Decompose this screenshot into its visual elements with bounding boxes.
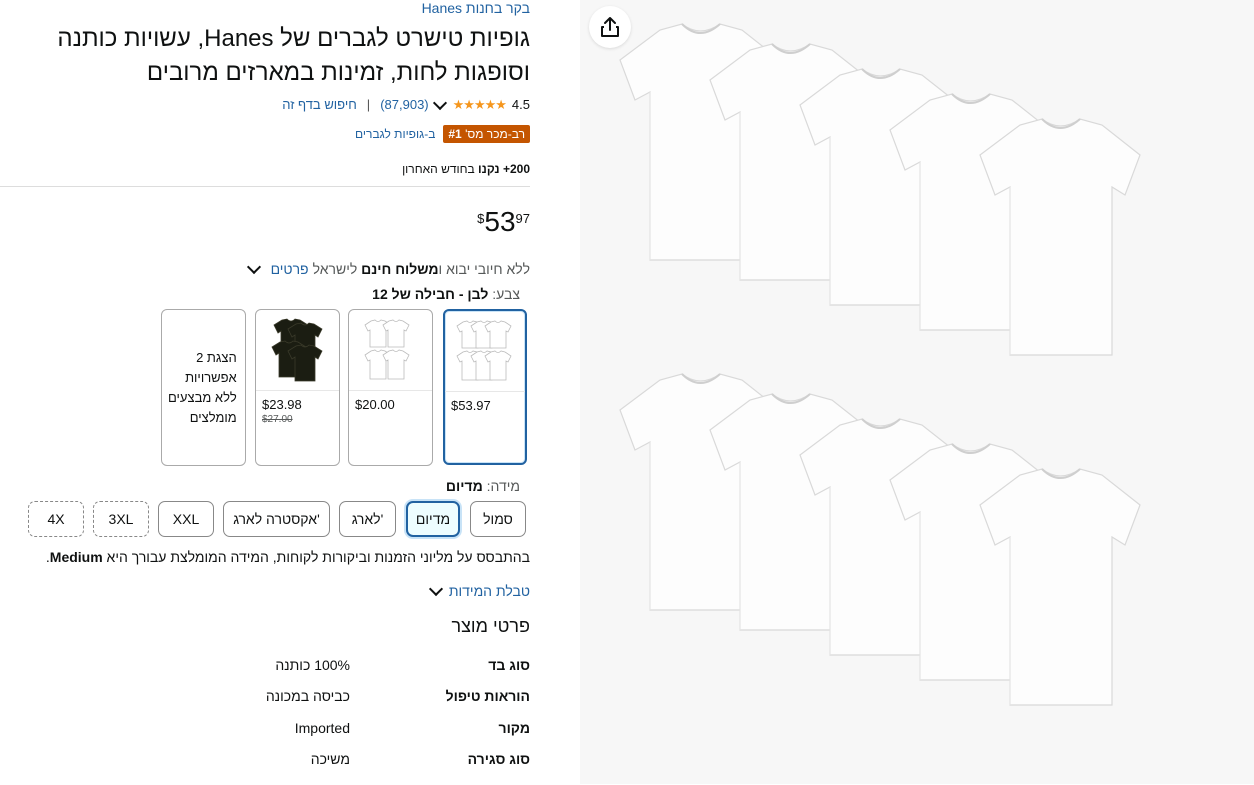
chevron-down-icon[interactable]	[428, 581, 443, 597]
size-option-3xl[interactable]: 3XL	[93, 501, 149, 537]
size-option-medium[interactable]: מדיום	[406, 501, 460, 537]
tshirt-pack-icon	[270, 318, 323, 382]
color-swatch-white-12[interactable]: $53.97	[443, 309, 527, 465]
tshirt-pack-icon	[456, 320, 512, 381]
bought-label: נקנו	[478, 162, 500, 176]
shipping-prefix: ללא חיובי יבוא ו	[438, 261, 530, 277]
more-options-line: אפשרויות	[185, 369, 237, 385]
share-icon	[601, 17, 619, 37]
shipping-details-link[interactable]: פרטים	[271, 261, 309, 277]
bought-suffix: בחודש האחרון	[402, 162, 475, 176]
swatch-image	[256, 310, 339, 391]
free-shipping-label: משלוח חינם	[361, 261, 439, 277]
detail-value: 100% כותנה	[275, 657, 350, 673]
price: $ 53 97	[477, 205, 530, 239]
price-fraction: 97	[515, 211, 530, 226]
detail-key: מקור	[498, 720, 530, 736]
detail-value: משיכה	[310, 751, 350, 767]
size-label: מידה: מדיום	[446, 478, 520, 494]
rating-value: 4.5	[511, 97, 530, 112]
size-reco-text: בהתבסס על מליוני הזמנות וביקורות לקוחות,…	[102, 549, 530, 565]
shipping-info: ללא חיובי יבוא ומשלוח חינם לישראל פרטים	[245, 259, 530, 277]
divider	[0, 186, 530, 187]
more-options-line: הצגת 2	[196, 349, 237, 365]
swatch-price: $53.97	[451, 398, 491, 413]
detail-key: הוראות טיפול	[445, 688, 530, 704]
color-swatch-white[interactable]: $20.00	[348, 309, 433, 466]
size-recommendation: בהתבסס על מליוני הזמנות וביקורות לקוחות,…	[46, 549, 530, 565]
bestseller-category-link[interactable]: ב-גופיות לגברים	[355, 127, 435, 141]
shipping-text: ללא חיובי יבוא ומשלוח חינם לישראל	[313, 261, 530, 277]
size-option-4x[interactable]: 4X	[28, 501, 84, 537]
separator: |	[366, 97, 371, 112]
color-selected-value: לבן - חבילה של 12	[372, 286, 489, 302]
bought-count: 200+	[502, 162, 530, 176]
color-swatch-black[interactable]: $23.98 $27.00	[255, 309, 340, 466]
size-selected-value: מדיום	[445, 478, 483, 494]
swatch-old-price: $27.00	[262, 414, 293, 425]
bestseller-badge-label: רב-מכר מס'	[461, 127, 525, 141]
share-button[interactable]	[589, 6, 631, 48]
size-chart-toggle[interactable]: טבלת המידות	[427, 581, 530, 599]
detail-key: סוג בד	[488, 657, 530, 673]
swatch-image	[349, 310, 432, 391]
star-rating-icon[interactable]: ★★★★★	[453, 96, 507, 114]
swatch-image	[445, 311, 525, 392]
chevron-down-icon[interactable]	[246, 259, 261, 275]
detail-key: סוג סגירה	[467, 751, 530, 767]
rating-row: 4.5 ★★★★★ (87,903) | חיפוש בדף זה	[282, 95, 530, 114]
size-reco-value: Medium	[49, 549, 103, 565]
size-option-xlarge[interactable]: אקסטרה לארג'	[223, 501, 330, 537]
color-label: צבע: לבן - חבילה של 12	[372, 286, 520, 302]
product-details-heading: פרטי מוצר	[451, 616, 531, 636]
size-option-large[interactable]: לארג'	[339, 501, 396, 537]
more-options-line: מומלצים	[189, 409, 237, 425]
search-page-link[interactable]: חיפוש בדף זה	[282, 96, 357, 114]
tshirt-pack-icon	[363, 319, 410, 380]
ratings-count-link[interactable]: (87,903)	[380, 96, 428, 114]
product-title: גופיות טישרט לגברים של Hanes, עשויות כות…	[57, 25, 530, 86]
swatch-price: $20.00	[355, 397, 395, 412]
color-label-text: צבע:	[492, 286, 520, 302]
product-main-image[interactable]	[600, 0, 1254, 784]
price-whole: 53	[484, 206, 516, 237]
size-label-text: מידה:	[486, 478, 520, 494]
size-option-small[interactable]: סמול	[470, 501, 526, 537]
size-chart-link[interactable]: טבלת המידות	[449, 583, 530, 599]
show-more-options-button[interactable]: הצגת 2 אפשרויות ללא מבצעים מומלצים	[161, 309, 246, 466]
detail-value: כביסה במכונה	[265, 688, 350, 704]
chevron-down-icon[interactable]	[432, 95, 447, 111]
bestseller-rank: #1	[448, 127, 462, 141]
bestseller-row: רב-מכר מס' #1 ב-גופיות לגברים	[355, 125, 530, 143]
bestseller-badge[interactable]: רב-מכר מס' #1	[443, 125, 530, 143]
size-option-xxl[interactable]: XXL	[158, 501, 214, 537]
store-link[interactable]: בקר בחנות Hanes	[422, 0, 530, 16]
shipping-destination: לישראל	[312, 261, 358, 277]
bought-past-month: 200+ נקנו בחודש האחרון	[402, 162, 530, 176]
price-currency: $	[477, 211, 485, 226]
detail-value: Imported	[294, 720, 350, 736]
swatch-price: $23.98	[262, 397, 302, 412]
more-options-line: ללא מבצעים	[168, 389, 237, 405]
